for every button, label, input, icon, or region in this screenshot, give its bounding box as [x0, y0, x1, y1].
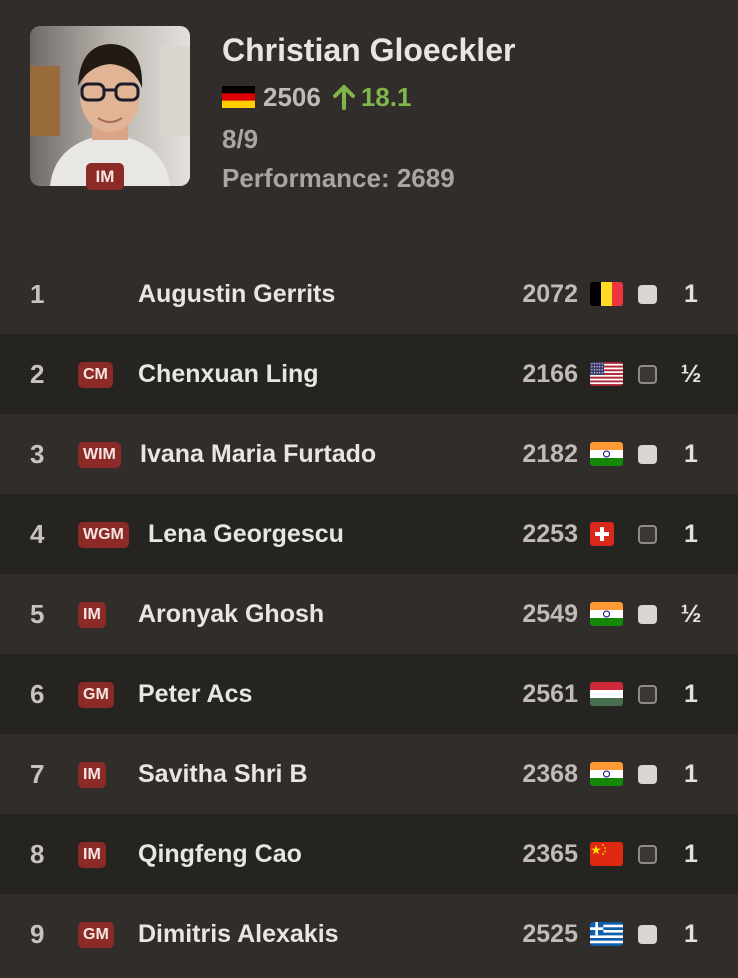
- game-result: 1: [684, 840, 698, 868]
- game-result: 1: [684, 920, 698, 948]
- arrow-up-icon: [332, 85, 355, 110]
- game-result: 1: [684, 520, 698, 548]
- white-piece-color-icon: [638, 925, 657, 944]
- black-piece-color-icon: [638, 365, 657, 384]
- hungary-flag-icon: [590, 682, 623, 706]
- round-number: 5: [30, 599, 45, 629]
- player-rating: 2506: [263, 81, 321, 112]
- belgium-flag-icon: [590, 282, 623, 306]
- game-result: ½: [680, 600, 702, 628]
- game-row[interactable]: 3 WIM Ivana Maria Furtado 2182 1: [0, 414, 738, 494]
- player-avatar[interactable]: [30, 26, 190, 186]
- round-number: 9: [30, 919, 45, 949]
- black-piece-color-icon: [638, 525, 657, 544]
- player-performance: Performance: 2689: [222, 163, 455, 193]
- opponent-title-badge: IM: [78, 762, 106, 788]
- india-flag-icon: [590, 442, 623, 466]
- opponent-rating: 2561: [522, 680, 578, 708]
- round-number: 6: [30, 679, 45, 709]
- game-row[interactable]: 5 IM Aronyak Ghosh 2549 ½: [0, 574, 738, 654]
- india-flag-icon: [590, 602, 623, 626]
- opponent-name[interactable]: Lena Georgescu: [148, 494, 344, 574]
- game-row[interactable]: 7 IM Savitha Shri B 2368 1: [0, 734, 738, 814]
- game-result: 1: [684, 760, 698, 788]
- game-row[interactable]: 9 GM Dimitris Alexakis 2525 1: [0, 894, 738, 974]
- germany-flag-icon: [222, 86, 255, 108]
- opponent-title-badge: IM: [78, 602, 106, 628]
- player-rating-line: 2506 18.1: [222, 82, 411, 112]
- game-result: 1: [684, 280, 698, 308]
- opponent-title-badge: WGM: [78, 522, 129, 548]
- opponent-title-badge: IM: [78, 842, 106, 868]
- game-result: ½: [680, 360, 702, 388]
- round-number: 2: [30, 359, 45, 389]
- round-number: 1: [30, 279, 45, 309]
- opponent-name[interactable]: Chenxuan Ling: [138, 334, 319, 414]
- game-row[interactable]: 6 GM Peter Acs 2561 1: [0, 654, 738, 734]
- opponent-name[interactable]: Dimitris Alexakis: [138, 894, 339, 974]
- opponent-name[interactable]: Augustin Gerrits: [138, 254, 335, 334]
- opponent-title-badge: WIM: [78, 442, 121, 468]
- player-name[interactable]: Christian Gloeckler: [222, 32, 515, 69]
- opponent-rating: 2253: [522, 520, 578, 548]
- opponent-rating: 2368: [522, 760, 578, 788]
- opponent-name[interactable]: Savitha Shri B: [138, 734, 308, 814]
- black-piece-color-icon: [638, 685, 657, 704]
- white-piece-color-icon: [638, 605, 657, 624]
- opponent-title-badge: CM: [78, 362, 113, 388]
- rating-change: 18.1: [331, 81, 412, 113]
- game-result: 1: [684, 680, 698, 708]
- round-number: 3: [30, 439, 45, 469]
- player-header: IM Christian Gloeckler 2506 18.1 8/9 Per…: [0, 0, 738, 254]
- india-flag-icon: [590, 762, 623, 786]
- opponent-title-badge: GM: [78, 682, 114, 708]
- game-result: 1: [684, 440, 698, 468]
- switzerland-flag-icon: [590, 522, 614, 546]
- round-number: 8: [30, 839, 45, 869]
- usa-flag-icon: [590, 362, 623, 386]
- rating-change-value: 18.1: [360, 81, 412, 112]
- player-score: 8/9: [222, 124, 259, 154]
- game-row[interactable]: 8 IM Qingfeng Cao 2365 1: [0, 814, 738, 894]
- opponent-name[interactable]: Qingfeng Cao: [138, 814, 302, 894]
- round-number: 7: [30, 759, 45, 789]
- white-piece-color-icon: [638, 285, 657, 304]
- game-row[interactable]: 2 CM Chenxuan Ling 2166 ½: [0, 334, 738, 414]
- opponent-name[interactable]: Peter Acs: [138, 654, 252, 734]
- opponent-rating: 2549: [522, 600, 578, 628]
- opponent-rating: 2072: [522, 280, 578, 308]
- opponent-rating: 2182: [522, 440, 578, 468]
- opponent-rating: 2166: [522, 360, 578, 388]
- game-row[interactable]: 4 WGM Lena Georgescu 2253 1: [0, 494, 738, 574]
- opponent-rating: 2365: [522, 840, 578, 868]
- opponent-title-badge: GM: [78, 922, 114, 948]
- game-row[interactable]: 1 Augustin Gerrits 2072 1: [0, 254, 738, 334]
- opponent-rating: 2525: [522, 920, 578, 948]
- round-number: 4: [30, 519, 45, 549]
- white-piece-color-icon: [638, 765, 657, 784]
- player-title-badge: IM: [86, 163, 124, 190]
- greece-flag-icon: [590, 922, 623, 946]
- white-piece-color-icon: [638, 445, 657, 464]
- black-piece-color-icon: [638, 845, 657, 864]
- china-flag-icon: [590, 842, 623, 866]
- games-list: 1 Augustin Gerrits 2072 1 2 CM Chenxuan Ling 21…: [0, 254, 738, 974]
- opponent-name[interactable]: Ivana Maria Furtado: [140, 414, 376, 494]
- opponent-name[interactable]: Aronyak Ghosh: [138, 574, 324, 654]
